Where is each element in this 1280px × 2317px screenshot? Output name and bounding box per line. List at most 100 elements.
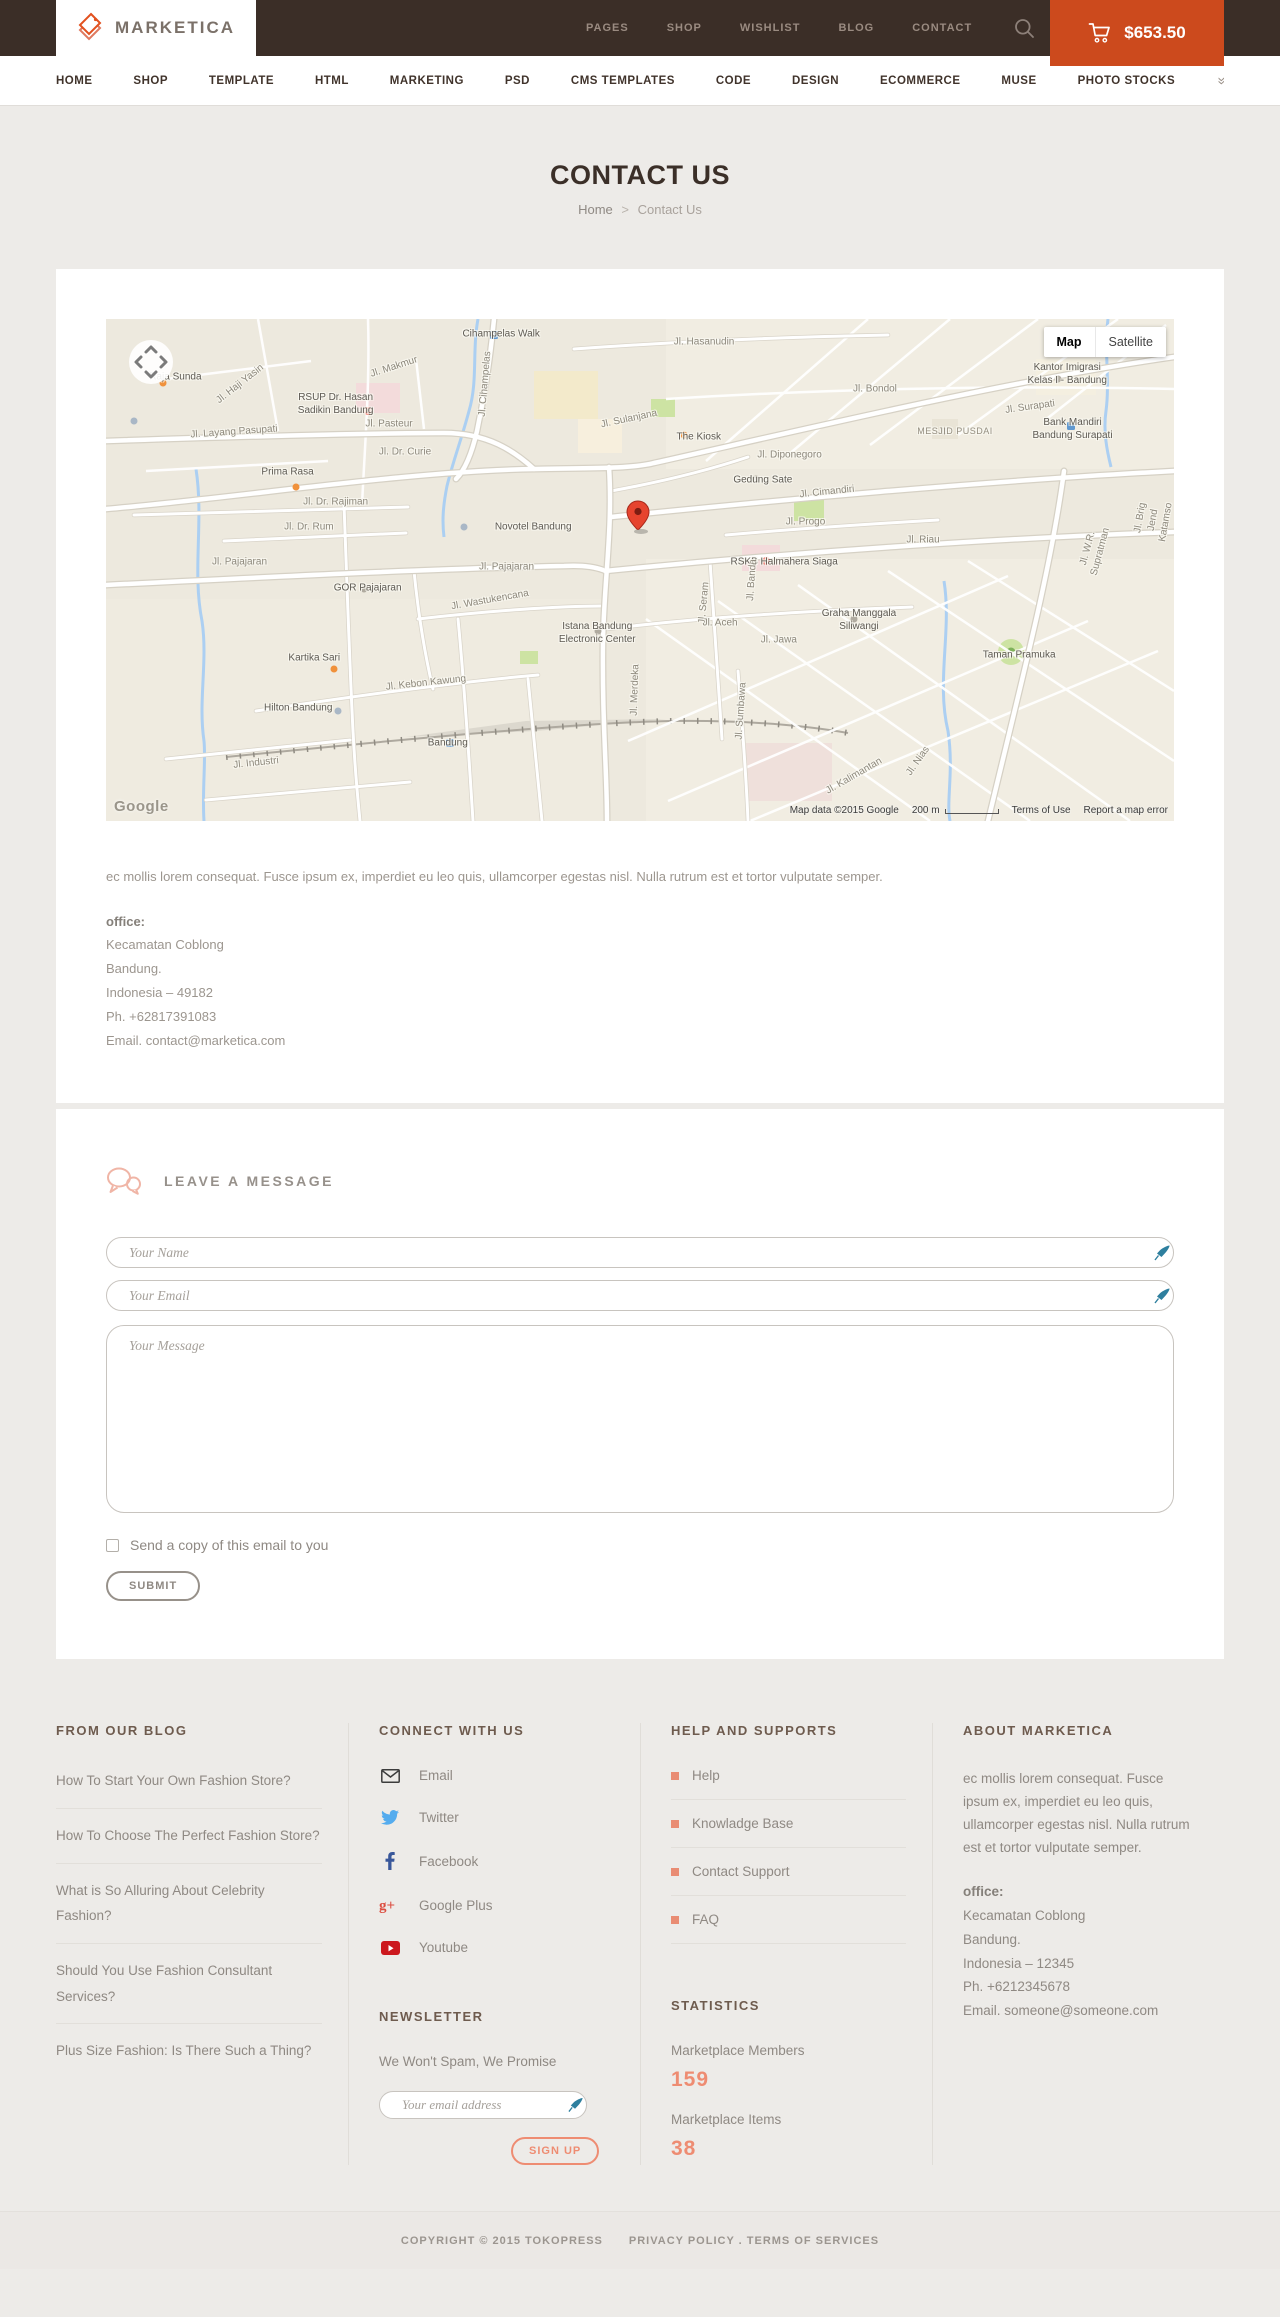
copyright-bar: COPYRIGHT © 2015 TOKOPRESS PRIVACY POLIC… xyxy=(0,2211,1280,2270)
social-link-email[interactable]: Email xyxy=(379,1768,614,1783)
email-input[interactable] xyxy=(106,1280,1174,1312)
cart-total: $653.50 xyxy=(1124,23,1186,42)
cat-nav-item-shop[interactable]: SHOP xyxy=(133,75,168,87)
cat-nav-item-cms-templates[interactable]: CMS TEMPLATES xyxy=(571,75,675,87)
blog-post-link[interactable]: How To Start Your Own Fashion Store? xyxy=(56,1768,322,1810)
map-scale: 200 m xyxy=(912,805,999,816)
blog-post-link[interactable]: How To Choose The Perfect Fashion Store? xyxy=(56,1809,322,1864)
pen-icon xyxy=(568,2098,583,2113)
newsletter-email-input[interactable] xyxy=(379,2091,587,2120)
social-link-label: Youtube xyxy=(419,1940,469,1956)
name-field-wrap xyxy=(106,1237,1174,1269)
logo[interactable]: MARKETICA xyxy=(56,0,256,56)
help-link-faq[interactable]: FAQ xyxy=(671,1896,906,1945)
cat-nav-item-ecommerce[interactable]: ECOMMERCE xyxy=(880,75,961,87)
search-icon[interactable] xyxy=(1014,18,1035,39)
send-copy-checkbox[interactable] xyxy=(106,1538,119,1552)
logo-text: MARKETICA xyxy=(115,18,235,37)
blog-post-link[interactable]: Should You Use Fashion Consultant Servic… xyxy=(56,1944,322,2025)
office-address-line: Kecamatan Coblong xyxy=(106,937,224,953)
site-footer: FROM OUR BLOG How To Start Your Own Fash… xyxy=(0,1659,1280,2270)
cat-nav-item-home[interactable]: HOME xyxy=(56,75,93,87)
cat-nav-item-html[interactable]: HTML xyxy=(315,75,349,87)
cat-nav-item-template[interactable]: TEMPLATE xyxy=(209,75,274,87)
submit-button[interactable]: SUBMIT xyxy=(106,1571,201,1602)
cat-nav-item-design[interactable]: DESIGN xyxy=(792,75,839,87)
footer-help-column: HELP AND SUPPORTS Help Knowladge Base Cont… xyxy=(640,1723,932,2166)
map-type-map-button[interactable]: Map xyxy=(1043,327,1095,357)
chat-bubbles-icon xyxy=(106,1167,142,1196)
office-address-line: Email. contact@marketica.com xyxy=(106,1033,286,1049)
top-header: MARKETICA PAGES SHOP WISHLIST BLOG CONTACT xyxy=(0,0,1280,66)
social-link-label: Google Plus xyxy=(419,1897,493,1913)
top-nav-item-wishlist[interactable]: WISHLIST xyxy=(740,22,801,34)
svg-text:g+: g+ xyxy=(379,1898,395,1913)
social-link-google-plus[interactable]: g+ Google Plus xyxy=(379,1897,614,1914)
social-link-twitter[interactable]: Twitter xyxy=(379,1810,614,1825)
social-link-label: Email xyxy=(419,1768,453,1784)
pen-icon xyxy=(1154,1288,1170,1304)
blog-post-link[interactable]: Plus Size Fashion: Is There Such a Thing… xyxy=(56,2024,322,2078)
help-link-knowladge-base[interactable]: Knowladge Base xyxy=(671,1800,906,1849)
blog-post-link[interactable]: What is So Alluring About Celebrity Fash… xyxy=(56,1864,322,1944)
newsletter-tagline: We Won't Spam, We Promise xyxy=(379,2054,557,2070)
signup-button[interactable]: SIGN UP xyxy=(511,2137,600,2166)
about-office-label: office: xyxy=(963,1884,1004,1900)
youtube-icon xyxy=(379,1940,401,1955)
social-link-label: Twitter xyxy=(419,1810,459,1826)
map-data-credit: Map data ©2015 Google xyxy=(789,805,899,816)
form-heading: LEAVE A MESSAGE xyxy=(106,1167,1174,1196)
map-attribution: Map data ©2015 Google 200 m Terms of Use… xyxy=(790,805,1168,816)
help-link-help[interactable]: Help xyxy=(671,1768,906,1801)
cat-nav-item-photo-stocks[interactable]: PHOTO STOCKS xyxy=(1078,75,1176,87)
about-address-line: Ph. +6212345678 xyxy=(963,1979,1070,1995)
square-bullet-icon xyxy=(671,1867,679,1876)
breadcrumb-home[interactable]: Home xyxy=(578,202,613,217)
social-link-facebook[interactable]: Facebook xyxy=(379,1852,614,1871)
map-type-satellite-button[interactable]: Satellite xyxy=(1094,327,1166,357)
cat-nav-item-marketing[interactable]: MARKETING xyxy=(390,75,464,87)
top-nav: PAGES SHOP WISHLIST BLOG CONTACT xyxy=(586,22,972,34)
square-bullet-icon xyxy=(671,1915,679,1924)
stat-value: 38 xyxy=(671,2137,697,2161)
contact-intro-text: ec mollis lorem consequat. Fusce ipsum e… xyxy=(106,869,883,884)
top-nav-item-blog[interactable]: BLOG xyxy=(838,22,874,34)
map-card: Cihampelas Walk Jl. Hasanudin Jl. Cihampel… xyxy=(56,269,1224,1104)
form-heading-text: LEAVE A MESSAGE xyxy=(164,1173,335,1190)
cart-button[interactable]: $653.50 xyxy=(1050,0,1224,66)
facebook-icon xyxy=(379,1852,401,1871)
top-nav-item-pages[interactable]: PAGES xyxy=(586,22,629,34)
map-pan-control[interactable] xyxy=(128,339,174,390)
help-link-contact-support[interactable]: Contact Support xyxy=(671,1848,906,1897)
footer-connect-heading: CONNECT WITH US xyxy=(379,1723,525,1739)
terms-of-use-link[interactable]: Terms of Use xyxy=(1012,805,1071,816)
email-field-wrap xyxy=(106,1280,1174,1312)
message-textarea[interactable] xyxy=(106,1325,1174,1514)
breadcrumb: Home > Contact Us xyxy=(0,202,1280,217)
footer-help-heading: HELP AND SUPPORTS xyxy=(671,1723,838,1739)
social-link-youtube[interactable]: Youtube xyxy=(379,1940,614,1955)
footer-about-column: ABOUT MARKETICA ec mollis lorem consequa… xyxy=(932,1723,1224,2166)
gplus-icon: g+ xyxy=(379,1897,401,1913)
send-copy-row: Send a copy of this email to you xyxy=(106,1537,1174,1553)
footer-blog-heading: FROM OUR BLOG xyxy=(56,1723,188,1739)
top-nav-item-contact[interactable]: CONTACT xyxy=(912,22,972,34)
cat-nav-item-muse[interactable]: MUSE xyxy=(1001,75,1036,87)
breadcrumb-separator: > xyxy=(621,202,629,217)
cat-nav-item-code[interactable]: CODE xyxy=(716,75,751,87)
help-link-label: Knowladge Base xyxy=(692,1816,794,1832)
footer-about-heading: ABOUT MARKETICA xyxy=(963,1723,1114,1739)
google-map[interactable]: Cihampelas Walk Jl. Hasanudin Jl. Cihampel… xyxy=(106,319,1174,821)
send-copy-label[interactable]: Send a copy of this email to you xyxy=(130,1537,328,1553)
map-location-pin[interactable] xyxy=(626,500,650,539)
chevron-down-icon[interactable]: « xyxy=(1212,77,1228,85)
map-scale-bar xyxy=(944,809,999,814)
top-nav-item-shop[interactable]: SHOP xyxy=(667,22,702,34)
legal-links[interactable]: PRIVACY POLICY . TERMS OF SERVICES xyxy=(629,2235,879,2247)
newsletter-field-wrap xyxy=(379,2091,587,2120)
office-address: Kecamatan Coblong Bandung. Indonesia – 491… xyxy=(106,933,1174,1053)
help-link-label: Contact Support xyxy=(692,1864,790,1880)
cat-nav-item-psd[interactable]: PSD xyxy=(505,75,530,87)
report-map-error-link[interactable]: Report a map error xyxy=(1084,805,1168,816)
name-input[interactable] xyxy=(106,1237,1174,1269)
